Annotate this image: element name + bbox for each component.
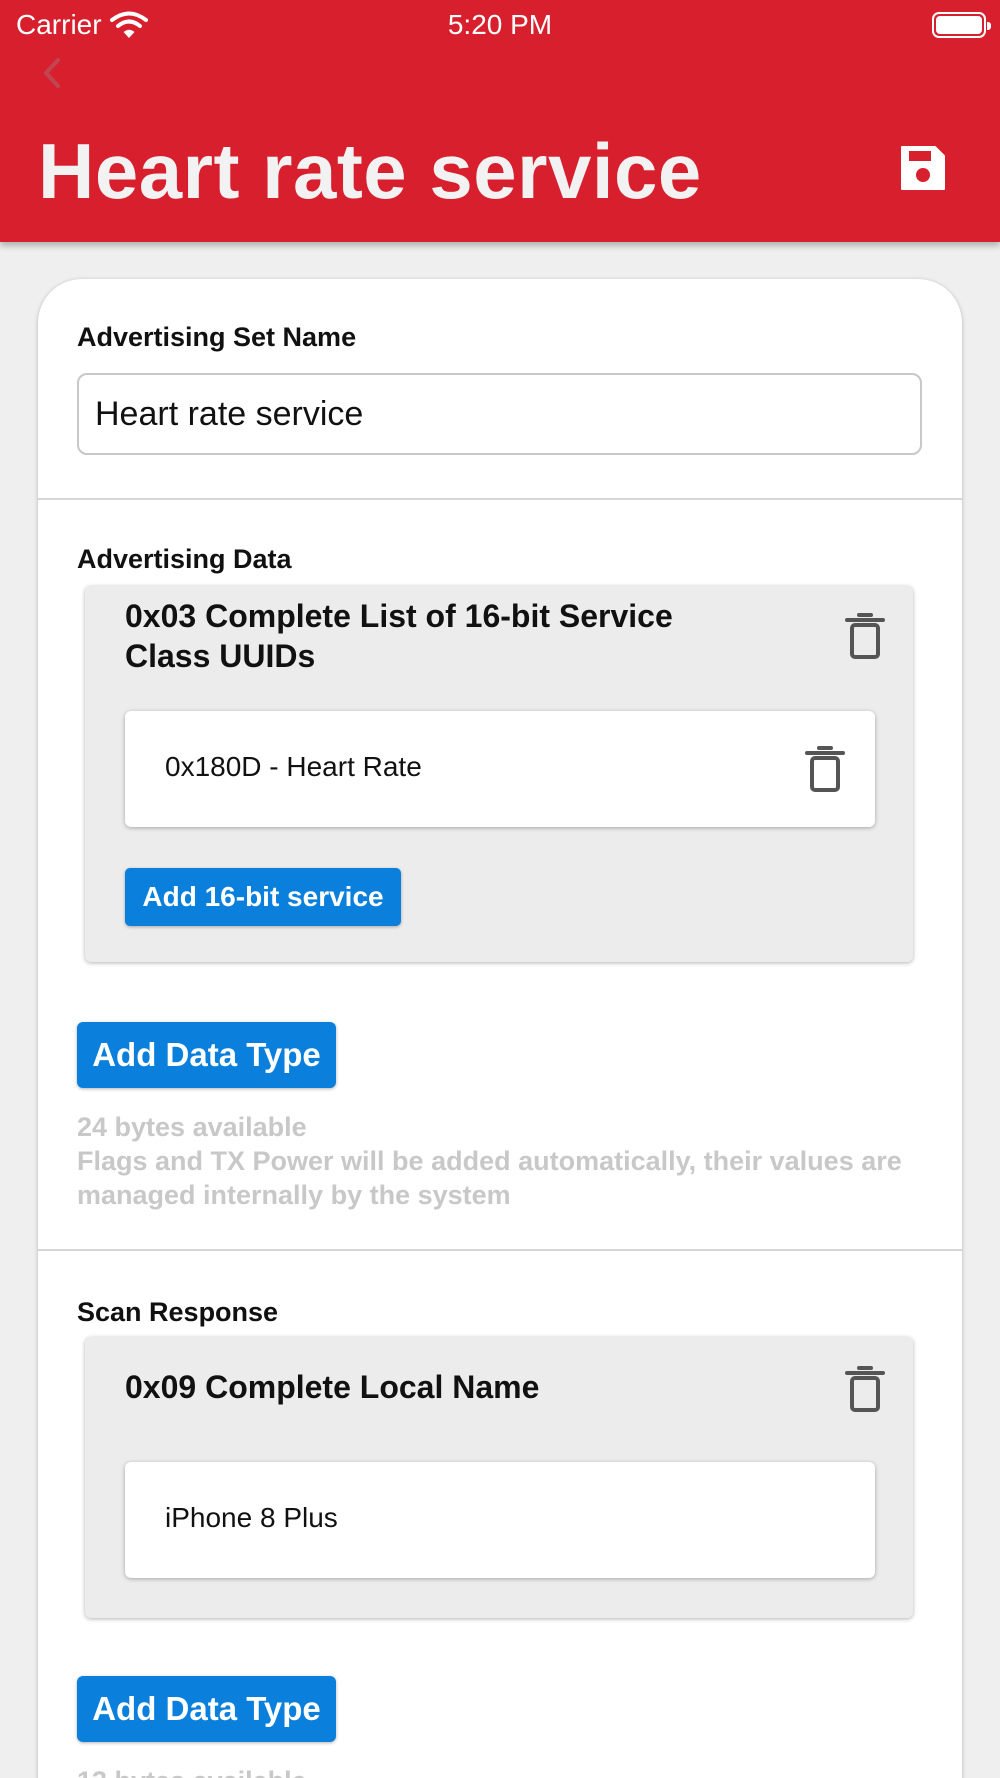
data-type-title-line2: Class UUIDs bbox=[125, 638, 316, 674]
status-bar: Carrier 5:20 PM bbox=[0, 0, 1000, 50]
back-chevron-icon[interactable] bbox=[34, 52, 70, 94]
status-time: 5:20 PM bbox=[447, 9, 553, 40]
advertising-data-section: Advertising Data 0x03 Complete List of 1… bbox=[38, 500, 962, 1250]
service-uuid-text: 0x180D - Heart Rate bbox=[165, 751, 422, 782]
trash-icon[interactable] bbox=[805, 745, 845, 793]
local-name-item[interactable]: iPhone 8 Plus bbox=[125, 1462, 875, 1578]
trash-icon[interactable] bbox=[845, 612, 885, 660]
set-name-label: Advertising Set Name bbox=[77, 322, 357, 352]
data-type-title-line1: 0x03 Complete List of 16-bit Service bbox=[125, 598, 673, 634]
save-icon[interactable] bbox=[898, 143, 948, 193]
data-type-local-name: 0x09 Complete Local Name iPhone 8 Plus bbox=[85, 1337, 913, 1618]
data-type-service-uuids: 0x03 Complete List of 16-bit Service Cla… bbox=[85, 586, 913, 962]
trash-icon[interactable] bbox=[845, 1365, 885, 1413]
service-uuid-item: 0x180D - Heart Rate bbox=[125, 711, 875, 827]
auto-fields-note-line1: Flags and TX Power will be added automat… bbox=[77, 1146, 902, 1176]
page-title: Heart rate service bbox=[38, 127, 702, 215]
scan-response-bytes-info: 13 bytes available bbox=[77, 1764, 927, 1778]
advertiser-form-card: Advertising Set Name Advertising Data 0x… bbox=[38, 279, 962, 1778]
data-type-title: 0x03 Complete List of 16-bit Service Cla… bbox=[125, 596, 673, 676]
add-data-type-button[interactable]: Add Data Type bbox=[77, 1676, 336, 1742]
local-name-text: iPhone 8 Plus bbox=[165, 1502, 338, 1533]
advertising-bytes-info: 24 bytes available Flags and TX Power wi… bbox=[77, 1110, 927, 1212]
set-name-input[interactable] bbox=[77, 373, 922, 455]
bytes-available-text: 24 bytes available bbox=[77, 1112, 307, 1142]
set-name-section: Advertising Set Name bbox=[38, 279, 962, 499]
advertising-data-label: Advertising Data bbox=[77, 544, 292, 574]
app-header: Carrier 5:20 PM Heart rate service bbox=[0, 0, 1000, 242]
battery-icon bbox=[932, 12, 991, 38]
bytes-available-text: 13 bytes available bbox=[77, 1764, 927, 1778]
data-type-title: 0x09 Complete Local Name bbox=[125, 1369, 540, 1405]
add-data-type-button[interactable]: Add Data Type bbox=[77, 1022, 336, 1088]
add-16bit-service-button[interactable]: Add 16-bit service bbox=[125, 868, 401, 926]
scan-response-section: Scan Response 0x09 Complete Local Name i… bbox=[38, 1251, 962, 1778]
scan-response-label: Scan Response bbox=[77, 1297, 279, 1327]
auto-fields-note-line2: managed internally by the system bbox=[77, 1180, 511, 1210]
